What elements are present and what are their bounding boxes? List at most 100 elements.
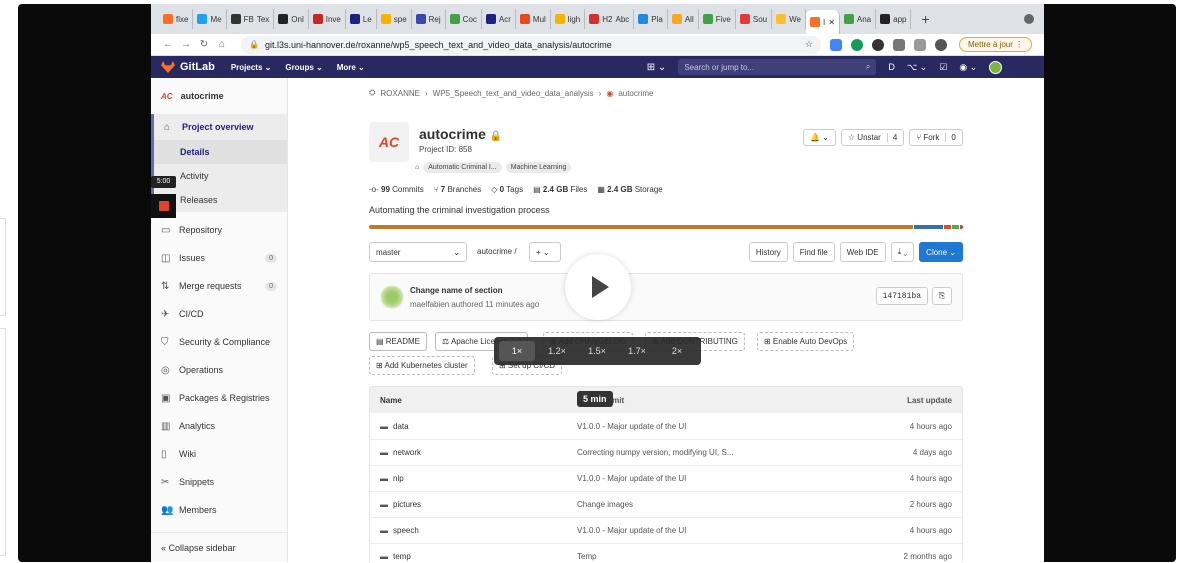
table-row[interactable]: ▬ speech V1.0.0 - Major update of the UI 4 … [370, 517, 962, 543]
browser-profile-icon[interactable] [1024, 14, 1034, 24]
browser-tab[interactable]: H2 Abc [585, 9, 635, 29]
file-name-cell[interactable]: ▬ temp [380, 552, 411, 561]
menu-groups[interactable]: Groups ⌄ [285, 63, 322, 72]
new-item-button[interactable]: ⊞ ⌄ [647, 62, 667, 73]
download-button[interactable]: ⤓ ⌄ [890, 242, 915, 262]
browser-tab[interactable]: Coc [446, 9, 482, 29]
sidebar-item-members[interactable]: 👥 Members [151, 496, 287, 524]
file-name-cell[interactable]: ▬ nlp [380, 474, 404, 483]
bookmark-star-icon[interactable]: ☆ [805, 39, 813, 50]
playback-speed-option[interactable]: 1.5× [579, 341, 615, 361]
sidebar-item-snippets[interactable]: ✂ Snippets [151, 468, 287, 496]
sidebar-item-analytics[interactable]: ▥ Analytics [151, 412, 287, 440]
quick-link-button[interactable]: ⊞ Add Kubernetes cluster [369, 356, 475, 375]
home-icon[interactable]: ⌂ [213, 39, 231, 50]
notification-button[interactable]: 🔔 ⌄ [803, 129, 836, 146]
help-icon[interactable]: ◉ ⌄ [959, 62, 977, 73]
new-tab-button[interactable]: + [911, 11, 939, 27]
table-row[interactable]: ▬ data V1.0.0 - Major update of the UI 4 ho… [370, 413, 962, 439]
last-commit-cell[interactable]: V1.0.0 - Major update of the UI [577, 474, 686, 483]
collapse-sidebar-button[interactable]: « Collapse sidebar [151, 532, 287, 562]
browser-tab[interactable]: Inve [309, 9, 346, 29]
todos-icon[interactable]: ☑ [939, 62, 947, 73]
commit-sha[interactable]: 147181ba [875, 287, 928, 305]
file-name-cell[interactable]: ▬ pictures [380, 500, 421, 509]
play-button[interactable] [565, 254, 631, 320]
project-stat-storage[interactable]: ▦ 2.4 GB Storage [597, 185, 662, 194]
menu-projects[interactable]: Projects ⌄ [231, 63, 272, 72]
web-ide-button[interactable]: Web IDE [839, 242, 886, 262]
puzzle-icon[interactable] [914, 38, 926, 51]
video-player[interactable]: fixe Me FB Tex Onl Inve Le spe Rej Coc Acr Mul ligh H… [18, 4, 1176, 562]
project-stat-branches[interactable]: ⑂ 7 Branches [434, 185, 482, 194]
extension-icon[interactable] [830, 38, 842, 51]
browser-tab[interactable]: Mul [516, 9, 551, 29]
browser-tab[interactable]: Five [699, 9, 736, 29]
browser-tab[interactable]: Ana [840, 9, 877, 29]
sidebar-item-issues[interactable]: ◫ Issues 0 [151, 244, 287, 272]
table-row[interactable]: ▬ nlp V1.0.0 - Major update of the UI 4 hou… [370, 465, 962, 491]
browser-tab[interactable]: app [876, 9, 912, 29]
add-to-tree-button[interactable]: + ⌄ [529, 242, 561, 262]
profile-avatar-icon[interactable] [935, 38, 947, 51]
close-tab-icon[interactable]: ✕ [828, 18, 835, 27]
commit-title[interactable]: Change name of section [410, 286, 502, 295]
reload-icon[interactable]: ↻ [195, 39, 213, 50]
issues-icon[interactable]: D [888, 62, 895, 72]
file-name-cell[interactable]: ▬ data [380, 422, 409, 431]
extension-icon[interactable] [893, 38, 905, 51]
fork-button[interactable]: ⑂ Fork 0 [909, 129, 963, 146]
browser-tab[interactable]: ligh [551, 9, 586, 29]
history-button[interactable]: History [748, 242, 788, 262]
forward-icon[interactable]: → [177, 39, 195, 50]
search-input[interactable]: Search or jump to... ⌕ [678, 59, 877, 75]
browser-tab[interactable]: Onl [274, 9, 309, 29]
breadcrumb-item[interactable]: ROXANNE [380, 89, 420, 98]
browser-tab[interactable]: Acr [482, 9, 516, 29]
merge-requests-icon[interactable]: ⌥ ⌄ [907, 62, 927, 73]
sidebar-item-ci-cd[interactable]: ✈ CI/CD [151, 300, 287, 328]
last-commit-cell[interactable]: Correcting numpy version, modifying UI, … [577, 448, 734, 457]
browser-tab[interactable]: We [772, 9, 806, 29]
browser-tab[interactable]: Pla [634, 9, 668, 29]
branch-selector[interactable]: master ⌄ [369, 242, 467, 262]
playback-speed-option[interactable]: 1× [499, 341, 535, 361]
table-row[interactable]: ▬ network Correcting numpy version, modify… [370, 439, 962, 465]
menu-more[interactable]: More ⌄ [337, 63, 365, 72]
sidebar-item-repository[interactable]: ▭ Repository [151, 216, 287, 244]
quick-link-button[interactable]: ⊞ Enable Auto DevOps [757, 332, 855, 351]
sidebar-item-wiki[interactable]: ▯ Wiki [151, 440, 287, 468]
topic-badge[interactable]: Machine Learning [505, 162, 572, 173]
stop-recording-button[interactable] [151, 194, 176, 218]
sidebar-subitem-details[interactable]: Details [151, 140, 287, 164]
browser-tab[interactable]: I ✕ [805, 10, 840, 34]
browser-tab[interactable]: All [668, 9, 699, 29]
browser-tab[interactable]: FB Tex [227, 9, 275, 29]
commit-author-avatar[interactable] [380, 285, 404, 309]
project-stat-tags[interactable]: ◇ 0 Tags [491, 185, 523, 194]
topic-badge[interactable]: Automatic Criminal I... [423, 162, 502, 173]
last-commit-cell[interactable]: Change images [577, 500, 633, 509]
extension-icon[interactable] [851, 38, 863, 51]
browser-tab[interactable]: fixe [159, 9, 194, 29]
file-name-cell[interactable]: ▬ speech [380, 526, 419, 535]
last-commit-cell[interactable]: Temp [577, 552, 597, 561]
quick-link-button[interactable]: ▤ README [369, 332, 428, 351]
browser-tab[interactable]: Le [346, 9, 377, 29]
repository-language-bar[interactable] [369, 225, 963, 229]
playback-speed-option[interactable]: 2× [659, 341, 695, 361]
playback-speed-option[interactable]: 1.2× [539, 341, 575, 361]
unstar-button[interactable]: ☆ Unstar 4 [840, 129, 905, 146]
breadcrumb-item[interactable]: autocrime [618, 89, 653, 98]
browser-tab[interactable]: Me [193, 9, 227, 29]
sidebar-item-operations[interactable]: ◎ Operations [151, 356, 287, 384]
project-stat-commits[interactable]: -o- 99 Commits [369, 185, 424, 194]
browser-tab[interactable]: spe [377, 9, 412, 29]
last-commit-cell[interactable]: V1.0.0 - Major update of the UI [577, 422, 686, 431]
table-row[interactable]: ▬ temp Temp 2 months ago [370, 543, 962, 562]
browser-update-button[interactable]: Mettre à jour ⋮ [959, 37, 1033, 52]
copy-sha-icon[interactable]: ⎘ [932, 287, 952, 305]
gitlab-logo[interactable]: GitLab [161, 61, 215, 73]
last-commit-cell[interactable]: V1.0.0 - Major update of the UI [577, 526, 686, 535]
find-file-button[interactable]: Find file [792, 242, 835, 262]
